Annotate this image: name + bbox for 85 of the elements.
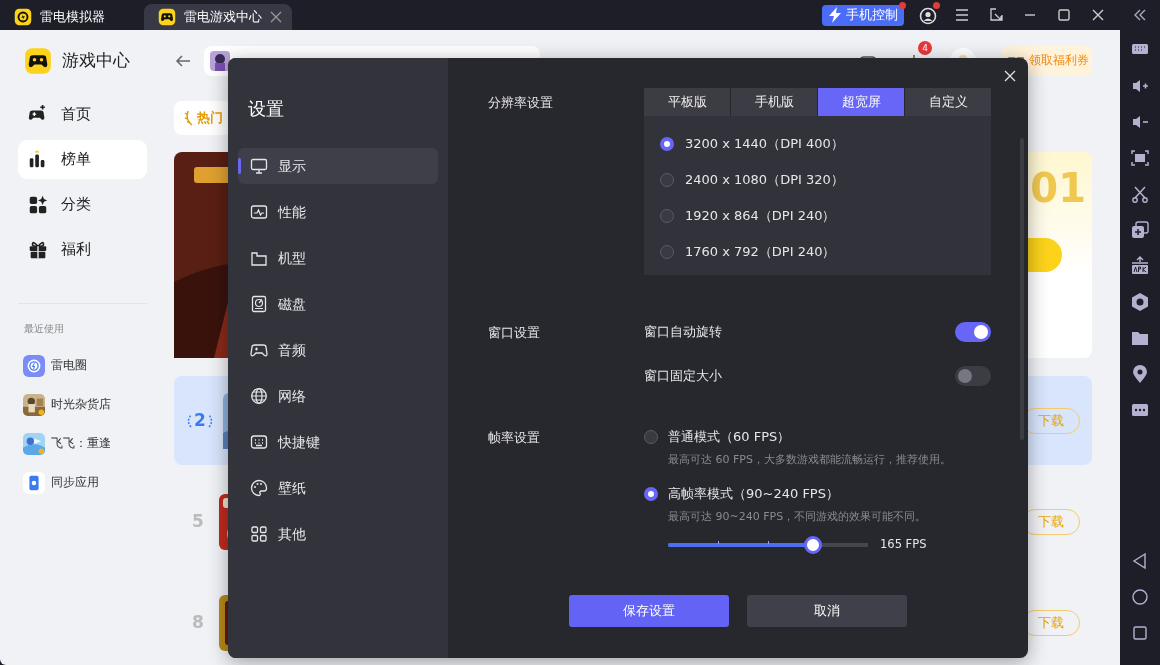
option-label[interactable]: 2400 x 1080（DPI 320） xyxy=(685,170,844,190)
recent-app-label[interactable]: 雷电圈 xyxy=(51,356,87,375)
section-label: 帧率设置 xyxy=(488,429,541,447)
app-title: 游戏中心 xyxy=(62,49,130,73)
laurel-icon xyxy=(208,413,214,428)
radio-button[interactable] xyxy=(660,245,674,259)
lightning-logo-icon[interactable] xyxy=(23,354,45,377)
radio-button[interactable] xyxy=(660,173,674,187)
resolution-tab[interactable]: 平板版 xyxy=(644,88,730,116)
phone-icon[interactable] xyxy=(23,471,45,494)
settings-nav-item[interactable]: 壁纸 xyxy=(238,470,438,506)
radio-button[interactable] xyxy=(644,486,658,501)
pulse-icon xyxy=(250,203,268,221)
notification-badge: 4 xyxy=(918,41,932,55)
grid-icon xyxy=(27,193,49,216)
option-label[interactable]: 高帧率模式（90~240 FPS） xyxy=(668,483,839,504)
settings-nav-item[interactable]: 音频 xyxy=(238,332,438,368)
lightning-icon xyxy=(828,7,842,23)
settings-nav-item[interactable]: 机型 xyxy=(238,240,438,276)
sidebar-item[interactable]: 首页 xyxy=(18,95,147,134)
toggle-switch[interactable] xyxy=(955,322,991,342)
gamepad-logo-icon xyxy=(24,47,52,75)
slider-value: 165 FPS xyxy=(880,536,927,554)
rank-number: 8 xyxy=(191,610,205,634)
dialog-title: 设置 xyxy=(247,97,284,121)
resolution-tab[interactable]: 自定义 xyxy=(905,88,991,116)
section-label: 最近使用 xyxy=(23,322,64,336)
keyboard-icon xyxy=(250,433,268,451)
settings-nav-item[interactable]: 磁盘 xyxy=(238,286,438,322)
settings-nav-item[interactable]: 其他 xyxy=(238,516,438,552)
settings-nav-item[interactable]: 性能 xyxy=(238,194,438,230)
close-icon[interactable] xyxy=(1002,68,1018,84)
option-label[interactable]: 1760 x 792（DPI 240） xyxy=(685,242,836,262)
radio-button[interactable] xyxy=(660,209,674,223)
sidebar-item[interactable]: 福利 xyxy=(18,230,147,269)
sidebar-item[interactable]: 榜单 xyxy=(18,140,147,179)
monitor-icon xyxy=(250,157,268,175)
logo-icon xyxy=(14,8,32,26)
toggle-switch[interactable] xyxy=(955,366,991,386)
gamepad-icon xyxy=(158,8,176,26)
option-label[interactable]: 1920 x 864（DPI 240） xyxy=(685,206,836,226)
settings-icon[interactable] xyxy=(1130,292,1150,312)
option-description: 最高可达 90~240 FPS，不同游戏的效果可能不同。 xyxy=(667,508,927,525)
user-icon[interactable] xyxy=(918,5,938,26)
window-tab[interactable]: 雷电模拟器 xyxy=(0,4,144,30)
location-pin-icon[interactable] xyxy=(1130,364,1150,384)
phone-control-button[interactable]: 手机控制 xyxy=(822,4,904,26)
save-button[interactable]: 保存设置 xyxy=(569,595,729,627)
sidebar-item[interactable]: 分类 xyxy=(18,185,147,224)
settings-nav-item[interactable]: 网络 xyxy=(238,378,438,414)
option-label[interactable]: 普通模式（60 FPS） xyxy=(668,427,791,447)
settings-nav-item[interactable]: 快捷键 xyxy=(238,424,438,460)
laurel-icon xyxy=(183,110,195,126)
banner-number: 01 xyxy=(1030,164,1086,213)
section-label: 窗口设置 xyxy=(488,324,541,342)
resolution-tab[interactable]: 手机版 xyxy=(731,88,817,116)
gamepad-icon xyxy=(250,341,268,359)
home-icon[interactable] xyxy=(1130,587,1150,607)
recent-app-label[interactable]: 同步应用 xyxy=(51,473,99,492)
globe-icon xyxy=(250,387,268,405)
grid-icon xyxy=(250,525,268,543)
scissors-icon[interactable] xyxy=(1130,184,1150,204)
palette-icon xyxy=(250,479,268,497)
apk-install-icon[interactable] xyxy=(1130,256,1150,276)
recent-apps-icon[interactable] xyxy=(1130,623,1150,643)
radio-button[interactable] xyxy=(644,430,658,444)
rank-number: 2 xyxy=(193,408,207,432)
cancel-button[interactable]: 取消 xyxy=(747,595,907,627)
window-tab[interactable]: 雷电游戏中心 xyxy=(144,4,292,30)
slider-thumb[interactable] xyxy=(804,536,822,554)
settings-nav-item[interactable]: 显示 xyxy=(238,148,438,184)
toggle-label: 窗口固定大小 xyxy=(644,367,722,386)
recent-app-label[interactable]: 时光杂货店 xyxy=(51,395,111,414)
recent-app-label[interactable]: 飞飞：重逢 xyxy=(51,434,111,453)
laurel-icon xyxy=(186,413,192,428)
section-label: 分辨率设置 xyxy=(488,94,554,112)
radio-button[interactable] xyxy=(660,137,674,151)
option-label[interactable]: 3200 x 1440（DPI 400） xyxy=(685,134,844,154)
add-window-icon[interactable] xyxy=(1130,220,1150,240)
option-description: 最高可达 60 FPS，大多数游戏都能流畅运行，推荐使用。 xyxy=(667,452,951,468)
screenshot-icon[interactable] xyxy=(1130,148,1150,168)
resolution-tab[interactable]: 超宽屏 xyxy=(818,88,904,116)
device-icon xyxy=(250,249,268,267)
toggle-label: 窗口自动旋转 xyxy=(644,323,722,342)
rank-number: 5 xyxy=(191,509,205,533)
